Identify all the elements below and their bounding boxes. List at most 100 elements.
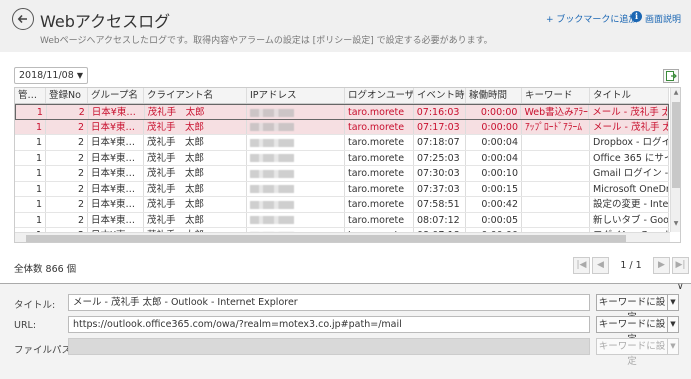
table-cell: 0:00:05 (466, 212, 522, 227)
col-header[interactable]: タイトル (590, 88, 669, 103)
table-cell: 日本¥東… (88, 119, 144, 134)
export-excel-icon[interactable] (663, 69, 679, 83)
table-row[interactable]: 1 2 日本¥東… 茂礼手 太郎 taro.morete 07:25:03 0:00:04 O… (15, 150, 669, 166)
ip-cell-redacted (247, 166, 345, 181)
prev-page-icon[interactable]: ◀ (592, 256, 609, 274)
table-cell: 07:37:03 (414, 181, 466, 196)
next-page-icon[interactable]: ▶ (653, 256, 670, 274)
table-cell: メール - 茂礼手 太郎 (590, 119, 669, 134)
filepath-field (68, 338, 590, 355)
table-cell: 日本¥東… (88, 181, 144, 196)
table-row[interactable]: 1 2 日本¥東… 茂礼手 太郎 taro.morete 07:37:03 0:00:15 M… (15, 181, 669, 197)
horizontal-scrollbar[interactable] (15, 232, 670, 242)
redacted-ip (250, 216, 294, 224)
url-label: URL: (14, 320, 37, 331)
first-page-icon[interactable]: |◀ (573, 256, 590, 274)
table-cell: 日本¥東… (88, 166, 144, 181)
table-cell: 2 (46, 135, 88, 150)
collapse-chevron-icon[interactable]: ∨ (677, 282, 684, 292)
col-header[interactable]: 稼働時間 (466, 88, 522, 103)
table-cell: 1 (15, 150, 46, 165)
url-field[interactable]: https://outlook.office365.com/owa/?realm… (68, 316, 590, 333)
table-cell: 0:00:15 (466, 181, 522, 196)
title-label: タイトル: (14, 300, 56, 311)
table-cell: Microsoft OneDrive (590, 181, 669, 196)
col-header[interactable]: ログオンユーザ… (345, 88, 414, 103)
table-cell: 1 (15, 197, 46, 212)
grid-header: 管… 登録No グループ名 クライアント名 IPアドレス ログオンユーザ… イベ… (15, 88, 669, 104)
scroll-thumb[interactable] (26, 235, 626, 242)
table-cell: 07:18:07 (414, 135, 466, 150)
table-cell: Dropbox - ログイン (590, 135, 669, 150)
table-cell (522, 197, 590, 212)
table-cell: 2 (46, 119, 88, 134)
table-row[interactable]: 1 2 日本¥東… 茂礼手 太郎 taro.morete 07:16:03 0:00:00 W… (15, 104, 669, 120)
col-header[interactable]: 管… (15, 88, 46, 103)
table-cell: 1 (16, 105, 47, 119)
help-link[interactable]: 画面説明 (645, 12, 681, 25)
col-header[interactable]: 登録No (46, 88, 88, 103)
table-cell: 2 (46, 197, 88, 212)
title-field[interactable]: メール - 茂礼手 太郎 - Outlook - Internet Explor… (68, 294, 590, 311)
filepath-label: ファイルパス: (14, 345, 75, 356)
col-header[interactable]: キーワード (522, 88, 590, 103)
table-row[interactable]: 1 2 日本¥東… 茂礼手 太郎 taro.morete 07:30:03 0:00:10 G… (15, 166, 669, 182)
table-cell: taro.morete (345, 212, 414, 227)
table-cell: 07:58:51 (414, 197, 466, 212)
redacted-ip (250, 185, 294, 193)
scroll-up-icon[interactable]: ▲ (671, 89, 680, 100)
col-header[interactable]: IPアドレス (247, 88, 345, 103)
chevron-down-icon: ▼ (76, 71, 83, 80)
date-select[interactable]: 2018/11/08 ▼ (14, 67, 88, 84)
ip-cell-redacted (247, 212, 345, 227)
ip-cell-redacted (247, 135, 345, 150)
back-arrow-icon[interactable] (12, 8, 34, 30)
chevron-down-icon[interactable]: ▼ (668, 294, 679, 311)
chevron-down-icon: ▼ (668, 338, 679, 355)
ip-cell-redacted (247, 119, 345, 134)
table-cell: 0:00:00 (466, 119, 522, 134)
chevron-down-icon[interactable]: ▼ (668, 316, 679, 333)
table-cell: 0:00:04 (466, 135, 522, 150)
scroll-down-icon[interactable]: ▼ (671, 220, 680, 231)
table-row[interactable]: 1 2 日本¥東… 茂礼手 太郎 taro.morete 07:58:51 0:00:42 設… (15, 197, 669, 213)
set-keyword-button: キーワードに設定 (596, 338, 668, 367)
table-row[interactable]: 1 2 日本¥東… 茂礼手 太郎 taro.morete 08:07:12 0:00:05 新… (15, 212, 669, 228)
table-cell: taro.morete (345, 150, 414, 165)
table-row[interactable]: 1 2 日本¥東… 茂礼手 太郎 taro.morete 07:17:03 0:00:00 ｱ… (15, 119, 669, 135)
ip-cell-redacted (247, 105, 345, 119)
table-cell: 茂礼手 太郎 (144, 166, 247, 181)
table-cell: 茂礼手 太郎 (144, 150, 247, 165)
col-header[interactable]: クライアント名 (144, 88, 247, 103)
table-cell: 設定の変更 - Inte (590, 197, 669, 212)
vertical-scrollbar[interactable]: ▲ ▼ (670, 88, 680, 232)
info-icon[interactable]: i (631, 11, 642, 22)
table-cell: 茂礼手 太郎 (144, 197, 247, 212)
table-cell: 2 (46, 212, 88, 227)
grid-rows: 1 2 日本¥東… 茂礼手 太郎 taro.morete 07:16:03 0:00:00 W… (15, 104, 669, 242)
table-cell: 茂礼手 太郎 (144, 181, 247, 196)
set-keyword-button[interactable]: キーワードに設定 (596, 294, 668, 323)
table-cell: taro.morete (345, 181, 414, 196)
table-cell: taro.morete (345, 105, 414, 119)
access-log-grid: 管… 登録No グループ名 クライアント名 IPアドレス ログオンユーザ… イベ… (14, 87, 681, 243)
set-keyword-button[interactable]: キーワードに設定 (596, 316, 668, 345)
last-page-icon[interactable]: ▶| (672, 256, 689, 274)
table-cell: ｱｯﾌﾟﾛｰﾄﾞｱﾗｰﾑ (522, 119, 590, 134)
redacted-ip (250, 200, 294, 209)
table-cell: 1 (15, 135, 46, 150)
table-cell: 2 (47, 105, 89, 119)
table-cell: taro.morete (345, 119, 414, 134)
table-cell: 1 (15, 181, 46, 196)
add-bookmark-link[interactable]: + ブックマークに追加 (546, 12, 637, 25)
col-header[interactable]: グループ名 (88, 88, 144, 103)
col-header[interactable]: イベント時刻 (414, 88, 466, 103)
total-count: 全体数 866 個 (14, 264, 77, 275)
table-cell: Office 365 にサイン (590, 150, 669, 165)
table-cell: 日本¥東… (88, 212, 144, 227)
table-cell: 2 (46, 150, 88, 165)
ip-cell-redacted (247, 150, 345, 165)
table-row[interactable]: 1 2 日本¥東… 茂礼手 太郎 taro.morete 07:18:07 0:00:04 D… (15, 135, 669, 151)
scroll-thumb[interactable] (672, 102, 680, 188)
redacted-ip (250, 108, 295, 117)
